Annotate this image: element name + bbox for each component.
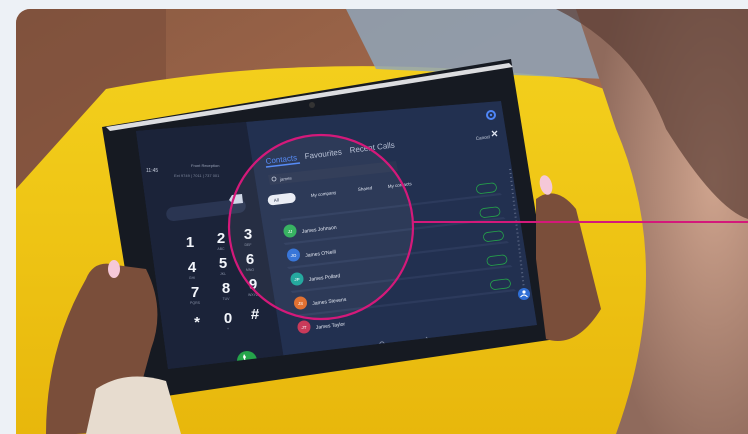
dial-key-digit: 2 <box>217 230 225 247</box>
dial-key-letters: ABC <box>217 247 225 251</box>
camera-lens <box>309 102 315 108</box>
dial-key-digit: 5 <box>219 255 227 272</box>
dial-key-digit: 8 <box>222 280 230 297</box>
caller-name: Front Reception <box>191 163 219 168</box>
dial-key-letters: PQRS <box>190 301 201 305</box>
tablet-photo: 11:45 Front Reception Ext 9749 | 7011 | … <box>16 9 748 434</box>
left-fingernail <box>108 260 120 278</box>
dial-key-5[interactable]: 5JKL <box>219 255 227 276</box>
dial-key-7[interactable]: 7PQRS <box>190 284 201 305</box>
dial-key-letters: TUV <box>223 297 231 301</box>
dial-key-digit: 4 <box>188 259 197 276</box>
dial-key-letters: JKL <box>220 272 226 276</box>
dial-key-letters: GHI <box>189 276 195 280</box>
dial-key-letters: + <box>227 327 229 331</box>
dial-key-digit: # <box>251 306 260 323</box>
contact-initials: JT <box>302 325 307 330</box>
dial-key-digit: 7 <box>191 284 199 301</box>
caller-sub: Ext 9749 | 7011 | 737 001 <box>174 173 220 178</box>
dial-key-star[interactable]: * <box>194 314 200 331</box>
dial-key-2[interactable]: 2ABC <box>217 230 225 251</box>
add-contact-icon[interactable] <box>518 288 530 300</box>
status-clock: 11:45 <box>146 168 158 174</box>
dial-key-1[interactable]: 1 <box>186 234 194 251</box>
dial-key-8[interactable]: 8TUV <box>222 280 230 301</box>
dial-key-digit: 1 <box>186 234 194 251</box>
dial-key-digit: 0 <box>224 310 232 327</box>
dial-key-hash[interactable]: # <box>251 306 260 323</box>
dial-key-digit: * <box>194 314 200 331</box>
photo-card: 11:45 Front Reception Ext 9749 | 7011 | … <box>16 9 748 434</box>
